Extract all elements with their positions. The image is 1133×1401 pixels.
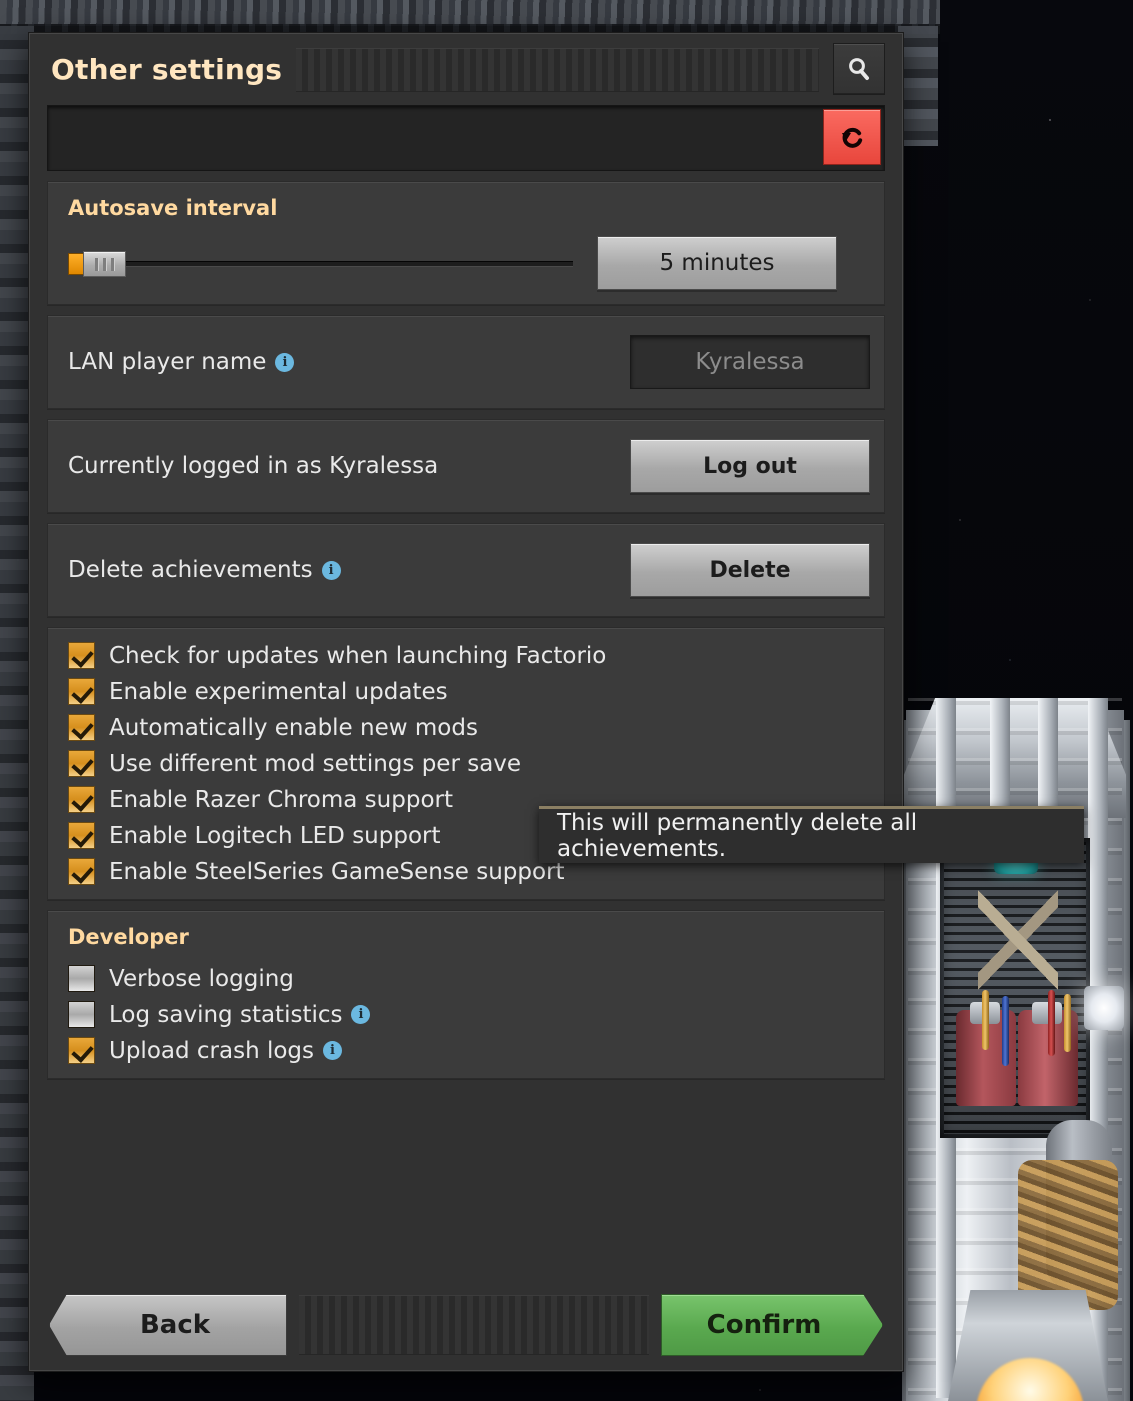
checkbox-label-text: Enable experimental updates (109, 678, 448, 705)
slider-track (68, 261, 573, 266)
other-settings-dialog: Other settings Autosave interval 5 minut… (28, 32, 904, 1372)
dialog-titlebar: Other settings (47, 33, 885, 105)
checkbox-unchecked-icon[interactable] (68, 965, 95, 992)
titlebar-drag-handle[interactable] (296, 48, 819, 92)
checkbox-item[interactable]: Log saving statistics i (68, 1001, 864, 1028)
tooltip-text: This will permanently delete all achieve… (557, 810, 918, 862)
lan-player-name-row: LAN player name i Kyralessa (47, 315, 885, 409)
checkbox-item[interactable]: Verbose logging (68, 965, 864, 992)
checkbox-label-text: Enable Razer Chroma support (109, 786, 453, 813)
delete-achievements-label: Delete achievements (68, 557, 313, 583)
checkbox-label: Enable SteelSeries GameSense support (109, 859, 565, 885)
delete-button[interactable]: Delete (630, 543, 870, 597)
checkbox-label-text: Enable SteelSeries GameSense support (109, 858, 565, 885)
checkbox-label: Enable Logitech LED support (109, 823, 441, 849)
lan-player-name-input[interactable]: Kyralessa (630, 335, 870, 389)
checkbox-label-text: Log saving statistics (109, 1001, 343, 1028)
checkbox-label-text: Automatically enable new mods (109, 714, 478, 741)
checkbox-label-text: Enable Logitech LED support (109, 822, 441, 849)
autosave-value-button[interactable]: 5 minutes (597, 236, 837, 290)
checkbox-label: Enable experimental updates (109, 679, 448, 705)
autosave-slider[interactable] (68, 248, 573, 278)
reset-undo-icon[interactable] (823, 109, 881, 165)
checkbox-label-text: Use different mod settings per save (109, 750, 522, 777)
search-input[interactable] (47, 105, 885, 171)
checkbox-checked-icon[interactable] (68, 642, 95, 669)
info-icon[interactable]: i (275, 352, 295, 372)
checkbox-checked-icon[interactable] (68, 822, 95, 849)
info-icon[interactable]: i (321, 560, 341, 580)
delete-achievements-label-group: Delete achievements i (68, 557, 341, 583)
checkbox-checked-icon[interactable] (68, 858, 95, 885)
checkbox-checked-icon[interactable] (68, 714, 95, 741)
tooltip: This will permanently delete all achieve… (539, 806, 1084, 863)
settings-body: Autosave interval 5 minutes LAN player n… (47, 181, 885, 1279)
checkbox-label: Automatically enable new mods (109, 715, 478, 741)
confirm-button[interactable]: Confirm (661, 1294, 883, 1356)
checkbox-label: Use different mod settings per save (109, 751, 521, 777)
info-icon[interactable]: i (323, 1041, 343, 1060)
autosave-title: Autosave interval (68, 196, 278, 220)
account-row: Currently logged in as Kyralessa Log out (47, 419, 885, 513)
checkbox-label: Upload crash logs i (109, 1037, 343, 1064)
rock-texture-top (0, 0, 940, 34)
log-out-button[interactable]: Log out (630, 439, 870, 493)
autosave-panel: Autosave interval 5 minutes (47, 181, 885, 305)
rock-texture-right (898, 26, 938, 146)
checkbox-item[interactable]: Check for updates when launching Factori… (68, 642, 864, 669)
developer-title: Developer (68, 925, 189, 949)
account-label: Currently logged in as Kyralessa (68, 453, 439, 479)
rocket-artwork (898, 690, 1133, 1401)
checkbox-label-text: Verbose logging (109, 965, 294, 992)
checkbox-checked-icon[interactable] (68, 786, 95, 813)
checkbox-item[interactable]: Automatically enable new mods (68, 714, 864, 741)
checkbox-label: Enable Razer Chroma support (109, 787, 453, 813)
developer-panel: Developer Verbose logging Log saving stat… (47, 910, 885, 1079)
checkbox-unchecked-icon[interactable] (68, 1001, 95, 1028)
delete-achievements-row: Delete achievements i Delete (47, 523, 885, 617)
checkbox-label: Verbose logging (109, 966, 294, 992)
checkbox-label-text: Upload crash logs (109, 1037, 315, 1064)
checkbox-item[interactable]: Upload crash logs i (68, 1037, 864, 1064)
slider-knob[interactable] (83, 251, 126, 277)
checkbox-label: Check for updates when launching Factori… (109, 643, 606, 669)
back-button[interactable]: Back (49, 1294, 287, 1356)
checkbox-label: Log saving statistics i (109, 1001, 371, 1028)
page-title: Other settings (51, 52, 283, 86)
checkbox-checked-icon[interactable] (68, 750, 95, 777)
search-icon[interactable] (833, 43, 885, 95)
checkbox-item[interactable]: Use different mod settings per save (68, 750, 864, 777)
footer-filler (299, 1295, 649, 1355)
lan-player-name-label-group: LAN player name i (68, 349, 295, 375)
info-icon[interactable]: i (351, 1005, 371, 1024)
lan-player-name-label: LAN player name (68, 349, 267, 375)
checkbox-item[interactable]: Enable experimental updates (68, 678, 864, 705)
checkbox-checked-icon[interactable] (68, 678, 95, 705)
checkbox-checked-icon[interactable] (68, 1037, 95, 1064)
developer-options-list: Verbose logging Log saving statistics i Upl… (68, 965, 864, 1064)
checkbox-label-text: Check for updates when launching Factori… (109, 642, 607, 669)
dialog-footer: Back Confirm (47, 1279, 885, 1371)
